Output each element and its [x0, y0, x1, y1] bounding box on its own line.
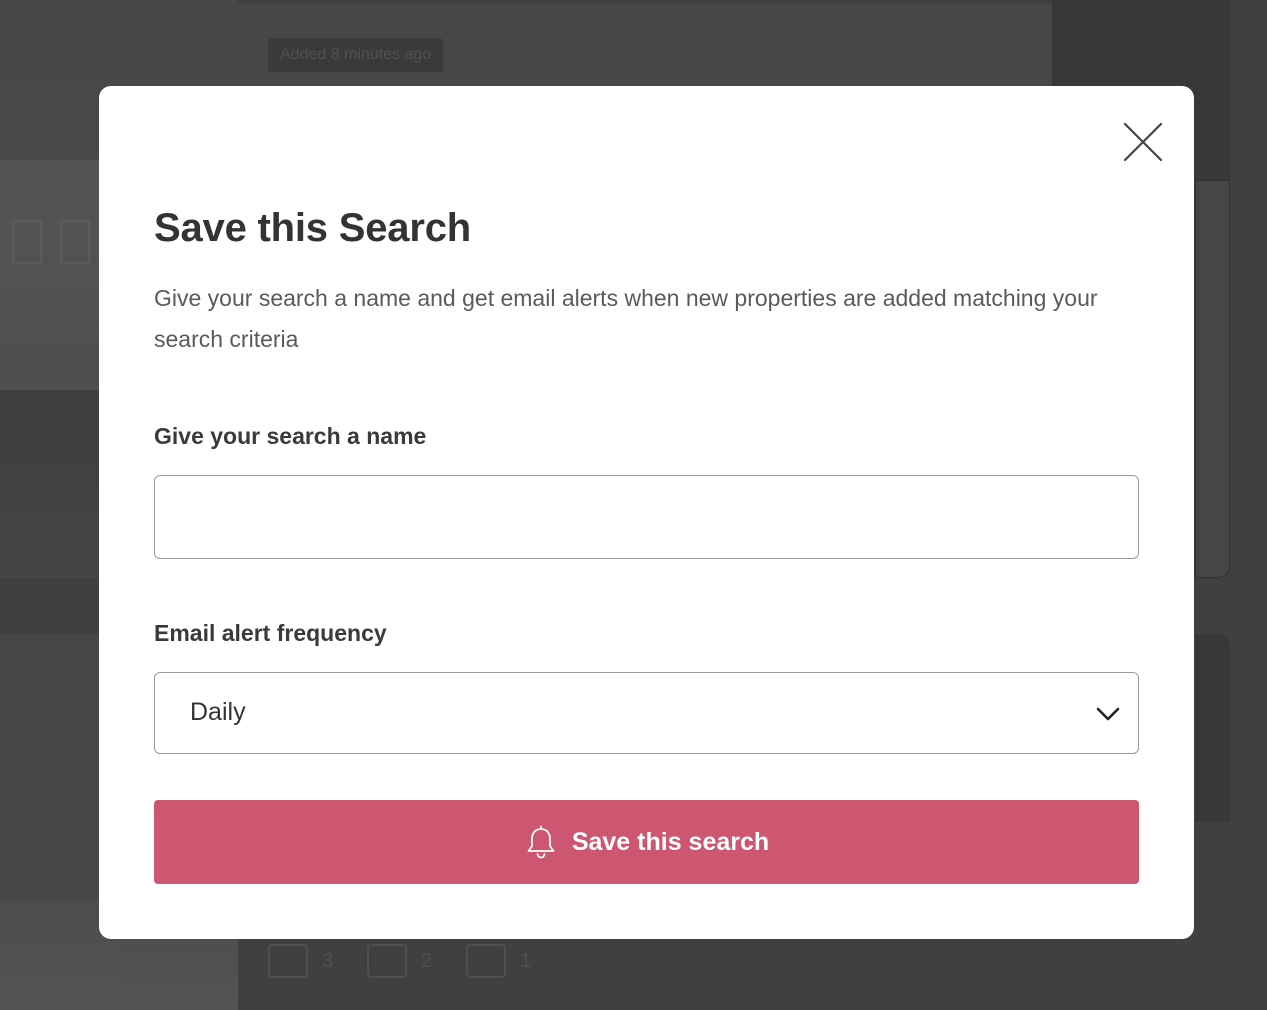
- close-icon: [1123, 122, 1163, 162]
- save-search-modal: Save this Search Give your search a name…: [99, 86, 1194, 939]
- chevron-down-icon: [1096, 707, 1120, 721]
- added-time-badge: Added 8 minutes ago: [268, 38, 444, 72]
- alert-frequency-value: Daily: [190, 698, 246, 726]
- save-search-button-label: Save this search: [571, 828, 770, 856]
- search-name-input[interactable]: [154, 475, 1139, 559]
- listing-card-edge: [1195, 180, 1230, 578]
- modal-description: Give your search a name and get email al…: [154, 285, 1098, 352]
- feature-value: 3: [322, 949, 334, 972]
- feature-bathrooms: 2: [367, 944, 432, 978]
- bell-icon: [527, 825, 555, 859]
- search-name-label: Give your search a name: [154, 423, 427, 449]
- modal-title: Save this Search: [154, 206, 471, 250]
- bath-icon: [367, 944, 408, 978]
- bed-icon: [268, 944, 308, 978]
- sofa-icon: [466, 944, 507, 978]
- listing-card-2-edge: [1195, 634, 1230, 822]
- close-button[interactable]: [1121, 120, 1165, 164]
- save-search-button[interactable]: Save this search: [154, 800, 1139, 884]
- feature-receptions: 1: [466, 944, 531, 978]
- alert-frequency-select[interactable]: Daily: [154, 672, 1139, 754]
- listing-photo-house: [0, 160, 105, 390]
- feature-bedrooms: 3: [268, 944, 333, 978]
- feature-value: 2: [421, 949, 433, 972]
- feature-value: 1: [520, 949, 532, 972]
- alert-frequency-label: Email alert frequency: [154, 620, 387, 646]
- listing-features: 3 2 1: [268, 944, 531, 978]
